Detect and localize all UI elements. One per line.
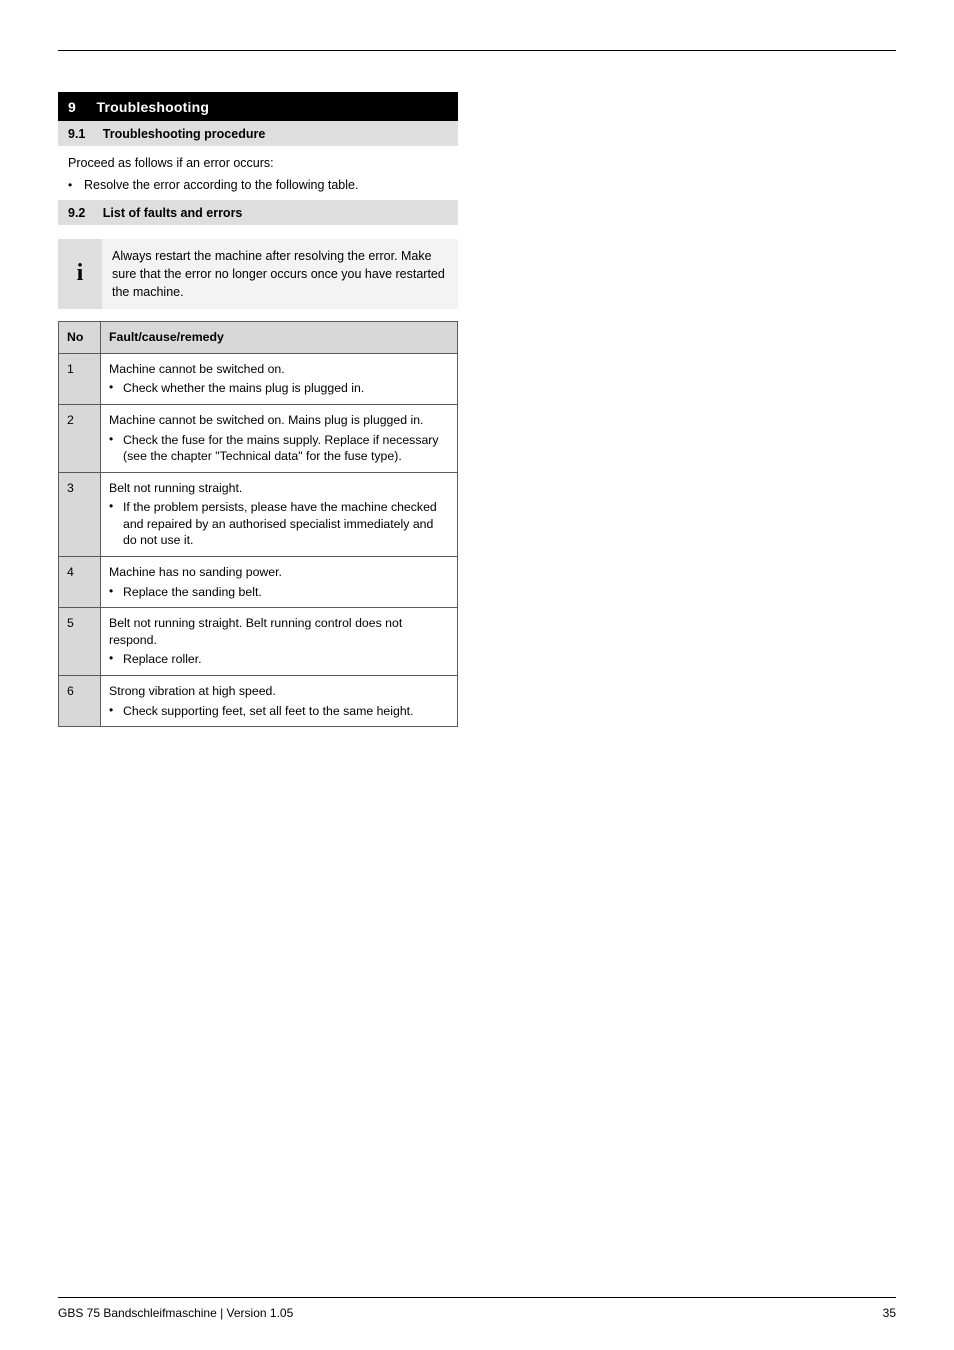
fault-description: Belt not running straight. Belt running … xyxy=(101,608,458,676)
table-subsection-heading: 9.2 List of faults and errors xyxy=(58,200,458,225)
fault-text: Strong vibration at high speed. xyxy=(109,683,449,700)
footer-left: GBS 75 Bandschleifmaschine | Version 1.0… xyxy=(58,1306,293,1320)
subsection-number: 9.1 xyxy=(68,127,85,141)
fault-code: 2 xyxy=(59,404,101,472)
remedy-list: Check whether the mains plug is plugged … xyxy=(109,380,449,397)
intro-bullet-list: Resolve the error according to the follo… xyxy=(58,175,458,200)
footer-right: 35 xyxy=(883,1306,896,1320)
remedy-item: Replace the sanding belt. xyxy=(109,584,449,601)
info-icon: i xyxy=(58,239,102,309)
main-column: 9 Troubleshooting 9.1 Troubleshooting pr… xyxy=(58,92,458,727)
subsection-heading: 9.1 Troubleshooting procedure xyxy=(58,121,458,146)
table-subsection-number: 9.2 xyxy=(68,206,85,220)
fault-text: Machine has no sanding power. xyxy=(109,564,449,581)
section-title: Troubleshooting xyxy=(96,99,209,115)
table-row: 5Belt not running straight. Belt running… xyxy=(59,608,458,676)
table-row: 6 Strong vibration at high speed. Check su… xyxy=(59,676,458,727)
remedy-list: Replace roller. xyxy=(109,651,449,668)
col-header-no: No xyxy=(59,322,101,354)
fault-code: 6 xyxy=(59,676,101,727)
remedy-list: Check supporting feet, set all feet to t… xyxy=(109,703,449,720)
fault-table: No Fault/cause/remedy 1Machine cannot be… xyxy=(58,321,458,727)
page-footer: GBS 75 Bandschleifmaschine | Version 1.0… xyxy=(58,1306,896,1320)
intro-text: Proceed as follows if an error occurs: xyxy=(58,146,458,175)
fault-description: Machine cannot be switched on. Mains plu… xyxy=(101,404,458,472)
col-header-cause: Fault/cause/remedy xyxy=(101,322,458,354)
remedy-item: If the problem persists, please have the… xyxy=(109,499,449,549)
fault-description: Machine cannot be switched on. Check whet… xyxy=(101,353,458,404)
table-row: 4 Machine has no sanding power. Replace th… xyxy=(59,557,458,608)
remedy-item: Check whether the mains plug is plugged … xyxy=(109,380,449,397)
fault-text: Machine cannot be switched on. Mains plu… xyxy=(109,412,449,429)
fault-code: 1 xyxy=(59,353,101,404)
fault-code: 3 xyxy=(59,472,101,556)
remedy-list: If the problem persists, please have the… xyxy=(109,499,449,549)
table-row: 3 Belt not running straight. If the proble… xyxy=(59,472,458,556)
fault-description: Belt not running straight. If the problem… xyxy=(101,472,458,556)
table-row: 1 Machine cannot be switched on. Check whe… xyxy=(59,353,458,404)
subsection-title: Troubleshooting procedure xyxy=(103,127,266,141)
section-number: 9 xyxy=(68,99,76,115)
fault-code: 4 xyxy=(59,557,101,608)
remedy-list: Replace the sanding belt. xyxy=(109,584,449,601)
footer-rule xyxy=(58,1297,896,1298)
remedy-item: Check the fuse for the mains supply. Rep… xyxy=(109,432,449,465)
info-note-text: Always restart the machine after resolvi… xyxy=(102,239,458,309)
remedy-item: Check supporting feet, set all feet to t… xyxy=(109,703,449,720)
section-heading: 9 Troubleshooting xyxy=(58,92,458,121)
table-row: 2 Machine cannot be switched on. Mains pl… xyxy=(59,404,458,472)
fault-text: Belt not running straight. Belt running … xyxy=(109,615,449,648)
info-note: i Always restart the machine after resol… xyxy=(58,239,458,309)
fault-text: Belt not running straight. xyxy=(109,480,449,497)
fault-code: 5 xyxy=(59,608,101,676)
remedy-item: Replace roller. xyxy=(109,651,449,668)
remedy-list: Check the fuse for the mains supply. Rep… xyxy=(109,432,449,465)
fault-text: Machine cannot be switched on. xyxy=(109,361,449,378)
table-subsection-title: List of faults and errors xyxy=(103,206,243,220)
fault-description: Machine has no sanding power. Replace the… xyxy=(101,557,458,608)
fault-description: Strong vibration at high speed. Check sup… xyxy=(101,676,458,727)
intro-bullet: Resolve the error according to the follo… xyxy=(68,177,448,194)
header-rule xyxy=(58,50,896,51)
